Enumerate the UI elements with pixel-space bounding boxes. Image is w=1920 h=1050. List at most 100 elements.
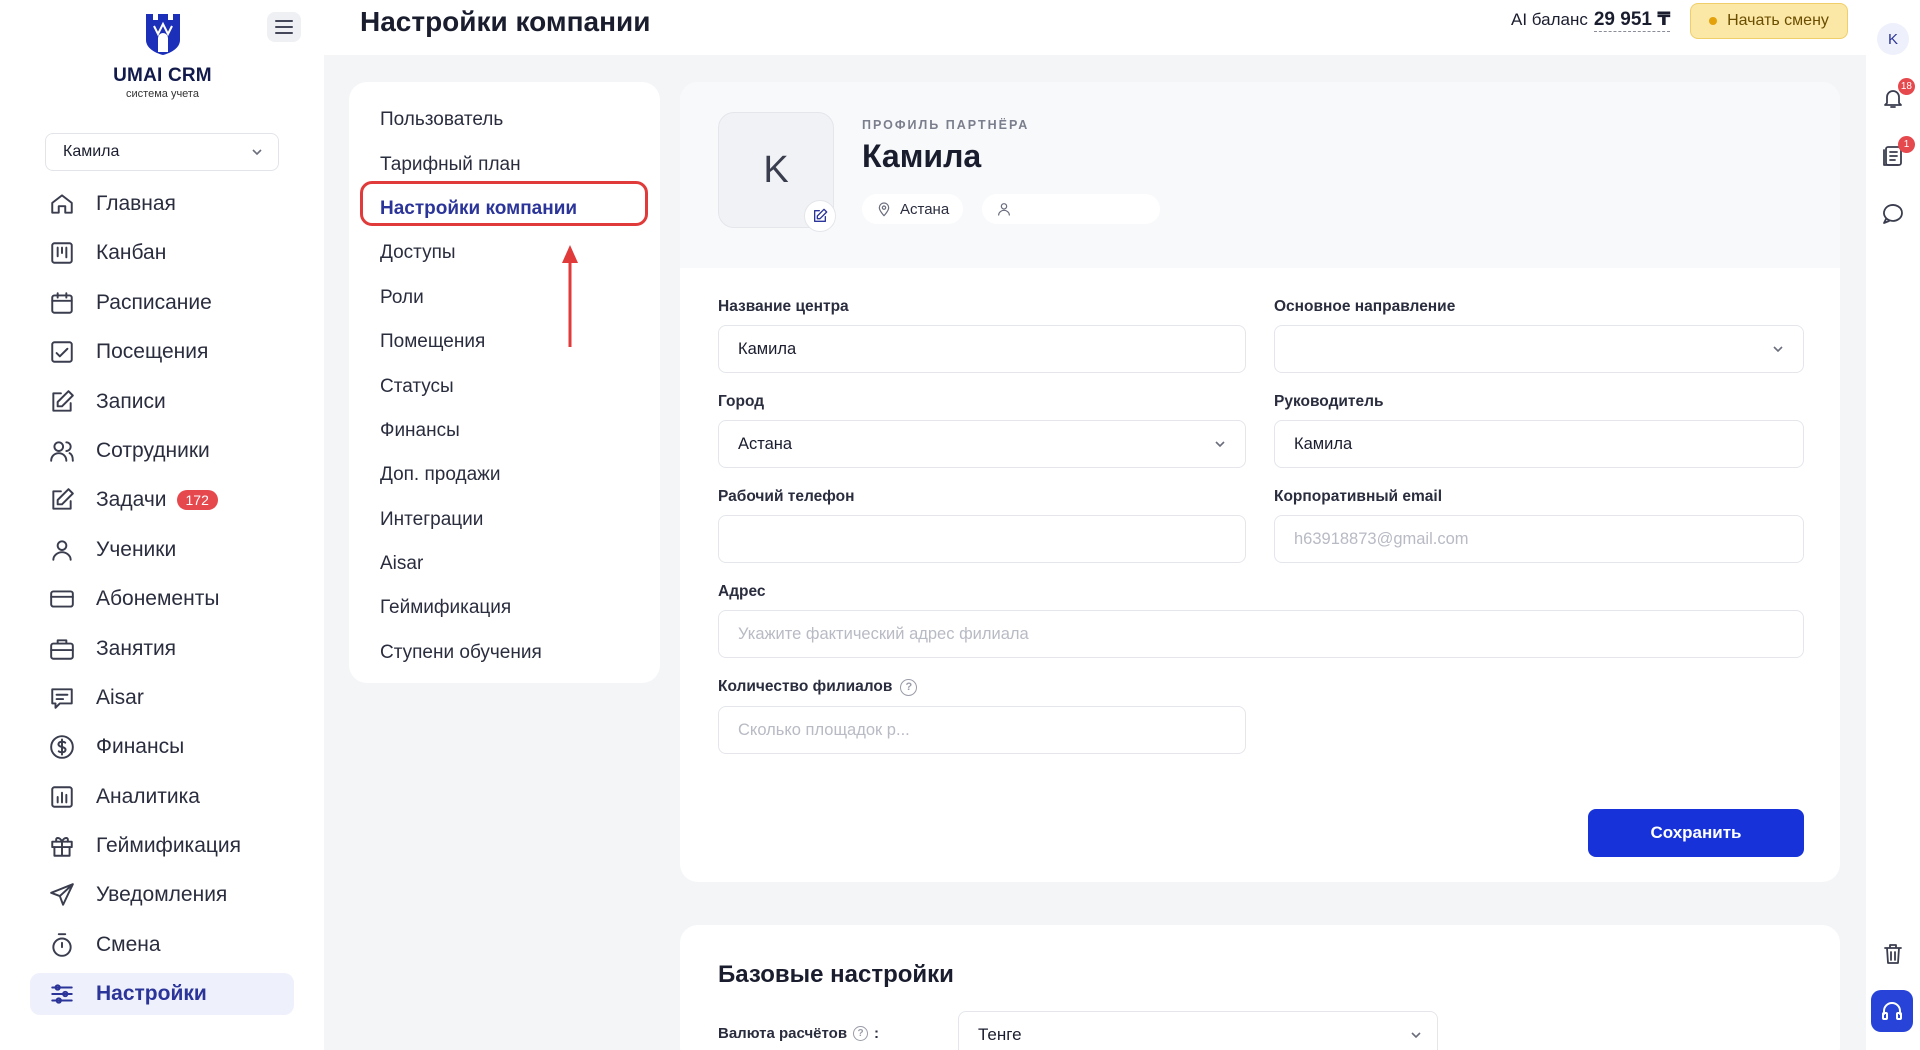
settings-item-levels[interactable]: Ступени обучения xyxy=(349,631,660,675)
company-profile-card: K ПРОФИЛЬ ПАРТНЁРА Камила Астана Названи… xyxy=(680,82,1840,882)
branches-placeholder: Сколько площадок р... xyxy=(738,720,910,739)
settings-item-upsell[interactable]: Доп. продажи xyxy=(349,453,660,497)
nav-item-tasks[interactable]: Задачи 172 xyxy=(30,479,294,521)
nav-item-aisar[interactable]: Aisar xyxy=(30,677,294,719)
nav-item-subscriptions[interactable]: Абонементы xyxy=(30,578,294,620)
city-chip: Астана xyxy=(862,194,964,224)
logo[interactable]: UMAI CRM система учета xyxy=(95,12,230,100)
address-label: Адрес xyxy=(718,583,766,600)
settings-item-aisar[interactable]: Aisar xyxy=(349,542,660,586)
tasks-icon xyxy=(48,486,76,514)
address-input[interactable]: Укажите фактический адрес филиала xyxy=(718,610,1804,658)
status-dot-icon xyxy=(1709,17,1718,25)
settings-item-rooms[interactable]: Помещения xyxy=(349,320,660,364)
help-icon[interactable]: ? xyxy=(900,678,918,696)
profile-caption: ПРОФИЛЬ ПАРТНЁРА xyxy=(862,118,1030,132)
nav-item-employees[interactable]: Сотрудники xyxy=(30,430,294,472)
sliders-icon xyxy=(48,980,76,1008)
nav-item-gamification[interactable]: Геймификация xyxy=(30,825,294,867)
settings-item-access[interactable]: Доступы xyxy=(349,231,660,275)
help-icon[interactable]: ? xyxy=(853,1026,869,1041)
ai-balance-value[interactable]: 29 951 ₸ xyxy=(1593,8,1671,32)
trash-icon xyxy=(1884,944,1902,964)
nav-item-label: Сотрудники xyxy=(96,438,210,462)
nav-item-kanban[interactable]: Канбан xyxy=(30,232,294,274)
ai-balance-label: AI баланс xyxy=(1511,10,1588,29)
branches-label: Количество филиалов ? xyxy=(718,678,918,696)
home-icon xyxy=(48,190,76,218)
nav-item-label: Расписание xyxy=(96,290,212,314)
direction-label: Основное направление xyxy=(1274,298,1456,315)
settings-item-company[interactable]: Настройки компании xyxy=(349,187,660,231)
currency-label: Валюта расчётов ? : xyxy=(718,1025,879,1042)
page-title: Настройки компании xyxy=(360,6,651,37)
start-shift-button[interactable]: Начать смену xyxy=(1690,3,1848,39)
send-icon xyxy=(48,881,76,909)
email-input[interactable]: h63918873@gmail.com xyxy=(1274,515,1804,563)
trash-button[interactable] xyxy=(1879,940,1907,968)
nav-item-label: Aisar xyxy=(96,685,144,709)
nav-item-shift[interactable]: Смена xyxy=(30,924,294,966)
gift-icon xyxy=(48,832,76,860)
currency-value: Тенге xyxy=(978,1025,1022,1044)
nav-item-records[interactable]: Записи xyxy=(30,381,294,423)
email-placeholder: h63918873@gmail.com xyxy=(1294,529,1469,548)
manager-label: Руководитель xyxy=(1274,393,1384,410)
edit-avatar-button[interactable] xyxy=(804,200,836,232)
save-button[interactable]: Сохранить xyxy=(1588,809,1804,857)
branch-select[interactable]: Камила xyxy=(45,133,279,171)
settings-item-tariff[interactable]: Тарифный план xyxy=(349,142,660,186)
nav-item-home[interactable]: Главная xyxy=(30,183,294,225)
nav-item-attendance[interactable]: Посещения xyxy=(30,331,294,373)
email-label: Корпоративный email xyxy=(1274,488,1443,505)
nav-item-finance[interactable]: Финансы xyxy=(30,726,294,768)
phone-input[interactable] xyxy=(718,515,1246,563)
branches-input[interactable]: Сколько площадок р... xyxy=(718,706,1246,754)
nav-item-lessons[interactable]: Занятия xyxy=(30,628,294,670)
nav-item-students[interactable]: Ученики xyxy=(30,529,294,571)
basic-settings-card: Базовые настройки Валюта расчётов ? : Те… xyxy=(680,925,1840,1050)
main-nav: Главная Канбан Расписание Посещения Запи… xyxy=(30,183,294,1023)
nav-item-schedule[interactable]: Расписание xyxy=(30,282,294,324)
branch-select-value: Камила xyxy=(63,143,120,160)
timer-icon xyxy=(48,931,76,959)
settings-item-user[interactable]: Пользователь xyxy=(349,98,660,142)
nav-item-analytics[interactable]: Аналитика xyxy=(30,776,294,818)
menu-toggle-button[interactable] xyxy=(267,12,301,42)
briefcase-icon xyxy=(48,635,76,663)
nav-item-label: Главная xyxy=(96,192,176,215)
profile-name: Камила xyxy=(862,138,982,174)
settings-item-statuses[interactable]: Статусы xyxy=(349,364,660,408)
currency-select[interactable]: Тенге xyxy=(958,1011,1438,1050)
nav-item-notifications[interactable]: Уведомления xyxy=(30,874,294,916)
manager-input[interactable]: Камила xyxy=(1274,420,1804,468)
nav-item-label: Канбан xyxy=(96,241,167,265)
chat-button[interactable] xyxy=(1879,199,1907,227)
nav-item-settings[interactable]: Настройки xyxy=(30,973,294,1016)
avatar[interactable]: K xyxy=(1877,23,1909,55)
nav-item-label: Аналитика xyxy=(96,784,200,808)
notifications-button[interactable]: 18 xyxy=(1879,78,1915,112)
center-name-input[interactable]: Камила xyxy=(718,325,1246,373)
person-icon xyxy=(998,203,1010,216)
arrow-up-annotation-icon xyxy=(562,245,578,347)
settings-item-roles[interactable]: Роли xyxy=(349,276,660,320)
settings-item-gamification[interactable]: Геймификация xyxy=(349,586,660,630)
profile-header: K ПРОФИЛЬ ПАРТНЁРА Камила Астана xyxy=(680,82,1840,268)
center-name-label: Название центра xyxy=(718,298,849,315)
location-pin-icon xyxy=(878,202,890,217)
tasks-count-badge: 172 xyxy=(176,490,218,511)
center-name-value: Камила xyxy=(738,339,797,358)
settings-item-integrations[interactable]: Интеграции xyxy=(349,498,660,542)
support-button[interactable] xyxy=(1871,990,1913,1032)
settings-item-finance[interactable]: Финансы xyxy=(349,409,660,453)
documents-button[interactable]: 1 xyxy=(1879,136,1915,170)
nav-item-label: Записи xyxy=(96,389,166,413)
right-rail: K 18 1 xyxy=(1866,0,1920,1050)
ai-balance: AI баланс 29 951 ₸ xyxy=(1511,8,1671,32)
city-select[interactable]: Астана xyxy=(718,420,1246,468)
direction-select[interactable] xyxy=(1274,325,1804,373)
dollar-icon xyxy=(48,733,76,761)
chevron-down-icon xyxy=(1215,441,1225,448)
nav-item-label: Геймификация xyxy=(96,834,242,858)
